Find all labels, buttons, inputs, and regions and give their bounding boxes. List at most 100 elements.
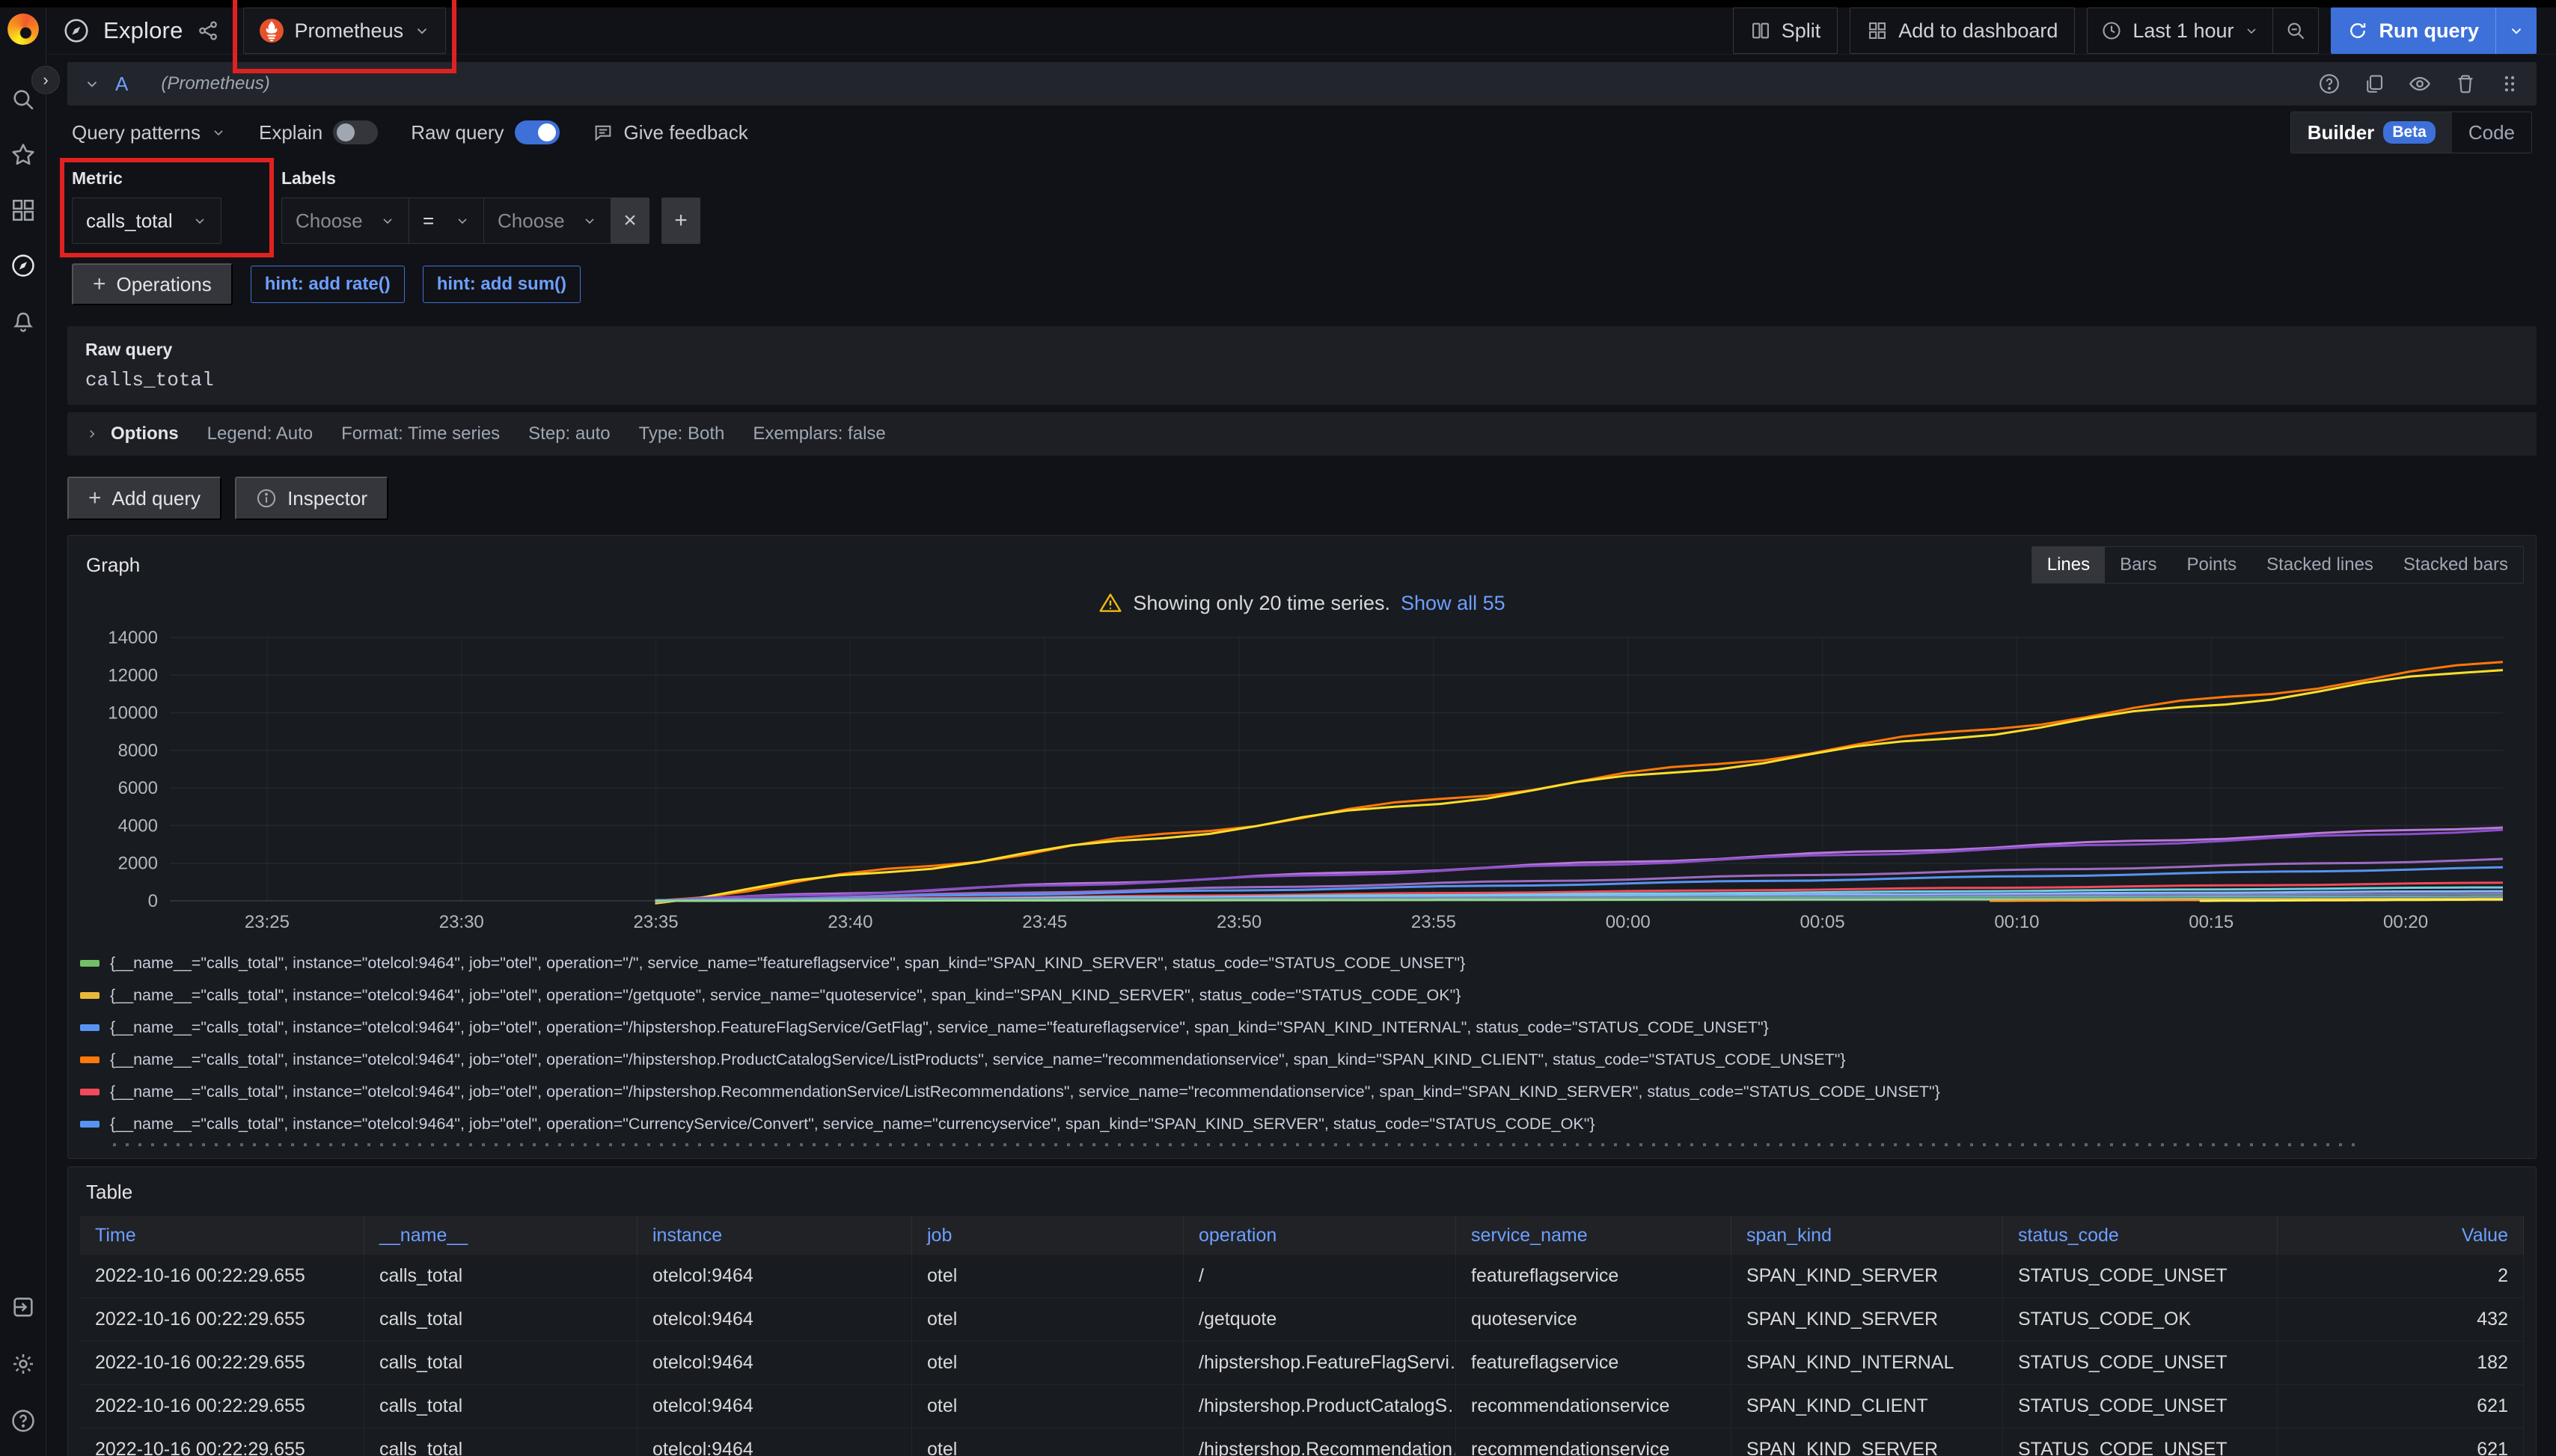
- give-feedback-link[interactable]: Give feedback: [593, 121, 748, 144]
- show-all-series-link[interactable]: Show all 55: [1401, 592, 1505, 615]
- table-column-header[interactable]: span_kind: [1731, 1216, 2003, 1255]
- legend-swatch: [80, 992, 100, 999]
- label-value-select[interactable]: Choose: [483, 198, 611, 244]
- plus-icon: +: [88, 486, 102, 511]
- explore-compass-icon[interactable]: [10, 253, 36, 278]
- query-toolbar: Query patterns Explain Raw query Give fe…: [67, 114, 2537, 150]
- query-patterns-dropdown[interactable]: Query patterns: [72, 121, 226, 144]
- legend-item[interactable]: {__name__="calls_total", instance="otelc…: [80, 1012, 2524, 1044]
- sign-in-icon[interactable]: [10, 1294, 36, 1320]
- raw-query-panel: Raw query calls_total: [67, 326, 2537, 405]
- inspector-button[interactable]: Inspector: [235, 477, 388, 520]
- collapse-chevron-icon[interactable]: [84, 76, 100, 92]
- graph-mode-stacked-bars[interactable]: Stacked bars: [2388, 547, 2523, 583]
- starred-icon[interactable]: [10, 142, 36, 168]
- table-cell: 2022-10-16 00:22:29.655: [80, 1342, 364, 1385]
- table-cell: /hipstershop.FeatureFlagServi…: [1184, 1342, 1456, 1385]
- options-expander[interactable]: Options: [85, 423, 179, 444]
- table-cell: 2022-10-16 00:22:29.655: [80, 1385, 364, 1428]
- raw-query-value: calls_total: [85, 369, 2519, 391]
- svg-text:23:40: 23:40: [828, 912, 872, 932]
- info-circle-icon: [256, 488, 277, 509]
- graph-legend: {__name__="calls_total", instance="otelc…: [80, 947, 2524, 1140]
- table-column-header[interactable]: operation: [1184, 1216, 1456, 1255]
- raw-query-label: Raw query: [85, 340, 2519, 360]
- explain-toggle[interactable]: [333, 120, 378, 144]
- graph-mode-bars[interactable]: Bars: [2105, 547, 2171, 583]
- table-cell: STATUS_CODE_UNSET: [2003, 1428, 2278, 1456]
- graph-mode-stacked-lines[interactable]: Stacked lines: [2251, 547, 2388, 583]
- legend-item[interactable]: {__name__="calls_total", instance="otelc…: [80, 1076, 2524, 1108]
- hint-add-sum-button[interactable]: hint: add sum(): [423, 266, 581, 303]
- metric-select[interactable]: calls_total: [72, 198, 221, 244]
- svg-text:14000: 14000: [108, 628, 158, 648]
- grafana-logo-icon[interactable]: [7, 13, 39, 45]
- table-panel-title: Table: [80, 1178, 138, 1207]
- operations-label: Operations: [117, 273, 212, 296]
- label-key-select[interactable]: Choose: [281, 198, 409, 244]
- table-cell: STATUS_CODE_UNSET: [2003, 1385, 2278, 1428]
- settings-gear-icon[interactable]: [10, 1351, 36, 1377]
- hint-add-rate-button[interactable]: hint: add rate(): [251, 266, 405, 303]
- remove-query-trash-icon[interactable]: [2454, 73, 2477, 95]
- legend-item[interactable]: {__name__="calls_total", instance="otelc…: [80, 979, 2524, 1012]
- svg-text:23:55: 23:55: [1411, 912, 1456, 932]
- zoom-out-time-button[interactable]: [2272, 8, 2318, 53]
- duplicate-query-icon[interactable]: [2363, 73, 2385, 95]
- share-icon[interactable]: [197, 19, 219, 42]
- table-column-header[interactable]: Value: [2278, 1216, 2524, 1255]
- legend-item[interactable]: {__name__="calls_total", instance="otelc…: [80, 1108, 2524, 1140]
- raw-query-toggle[interactable]: [515, 120, 560, 144]
- svg-text:8000: 8000: [118, 741, 158, 761]
- builder-mode-tab[interactable]: Builder Beta: [2291, 112, 2452, 153]
- remove-label-filter-button[interactable]: ×: [611, 198, 649, 244]
- table-column-header[interactable]: __name__: [364, 1216, 638, 1255]
- legend-item[interactable]: {__name__="calls_total", instance="otelc…: [80, 947, 2524, 979]
- query-row-header[interactable]: A (Prometheus): [67, 62, 2537, 105]
- table-column-header[interactable]: job: [912, 1216, 1184, 1255]
- add-query-button[interactable]: + Add query: [67, 477, 221, 520]
- raw-query-toggle-group: Raw query: [411, 120, 559, 144]
- table-column-header[interactable]: Time: [80, 1216, 364, 1255]
- table-cell: otelcol:9464: [638, 1255, 912, 1298]
- alerting-bell-icon[interactable]: [10, 308, 36, 334]
- dashboards-icon[interactable]: [10, 198, 36, 223]
- table-cell: STATUS_CODE_UNSET: [2003, 1255, 2278, 1298]
- svg-text:00:10: 00:10: [1994, 912, 2039, 932]
- help-icon[interactable]: [10, 1408, 36, 1434]
- code-mode-tab[interactable]: Code: [2452, 112, 2531, 153]
- graph-mode-points[interactable]: Points: [2171, 547, 2251, 583]
- table-column-header[interactable]: instance: [638, 1216, 912, 1255]
- label-operator-select[interactable]: =: [409, 198, 483, 244]
- datasource-name: Prometheus: [295, 19, 404, 43]
- search-icon[interactable]: [10, 87, 36, 112]
- table-cell: 432: [2278, 1298, 2524, 1342]
- table-cell: otel: [912, 1385, 1184, 1428]
- legend-swatch: [80, 1089, 100, 1095]
- split-icon: [1750, 20, 1771, 41]
- datasource-picker[interactable]: Prometheus: [243, 7, 447, 54]
- table-cell: calls_total: [364, 1428, 638, 1456]
- graph-canvas[interactable]: 0200040006000800010000120001400023:2523:…: [80, 623, 2525, 944]
- sidebar-expand-button[interactable]: ›: [31, 66, 60, 94]
- comment-icon: [593, 122, 614, 143]
- drag-handle-icon[interactable]: [2499, 73, 2520, 95]
- time-range-button[interactable]: Last 1 hour: [2088, 19, 2272, 43]
- hide-response-eye-icon[interactable]: [2408, 72, 2432, 96]
- run-query-dropdown[interactable]: [2495, 7, 2537, 54]
- apps-grid-icon: [1867, 20, 1888, 41]
- add-label-filter-button[interactable]: +: [661, 198, 700, 244]
- table-column-header[interactable]: service_name: [1456, 1216, 1731, 1255]
- svg-text:00:20: 00:20: [2383, 912, 2428, 932]
- add-to-dashboard-button[interactable]: Add to dashboard: [1850, 7, 2075, 54]
- graph-mode-lines[interactable]: Lines: [2032, 547, 2105, 583]
- legend-item[interactable]: {__name__="calls_total", instance="otelc…: [80, 1044, 2524, 1076]
- add-operation-button[interactable]: + Operations: [72, 263, 233, 305]
- run-query-button[interactable]: Run query: [2331, 7, 2537, 54]
- table-column-header[interactable]: status_code: [2003, 1216, 2278, 1255]
- query-help-icon[interactable]: [2318, 73, 2341, 95]
- legend-label: {__name__="calls_total", instance="otelc…: [110, 954, 1465, 973]
- split-button[interactable]: Split: [1733, 7, 1838, 54]
- label-key-placeholder: Choose: [296, 209, 363, 233]
- chevron-right-icon: [85, 427, 99, 441]
